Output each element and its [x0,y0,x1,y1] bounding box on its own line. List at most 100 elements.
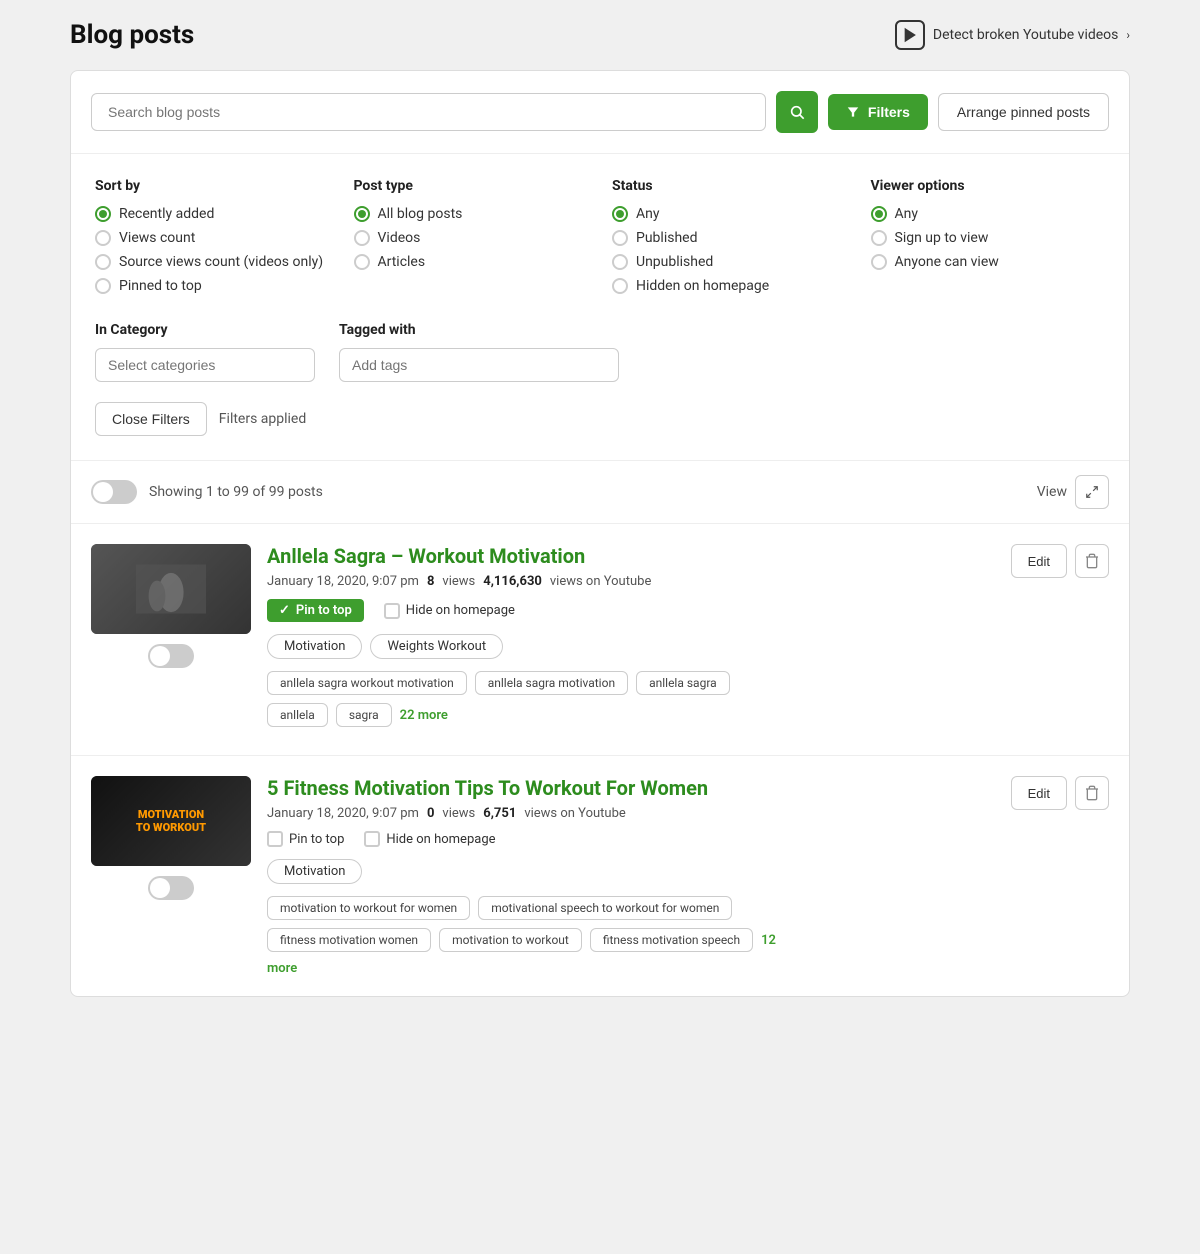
results-toggle[interactable] [91,480,137,504]
more-tags-link[interactable]: more [267,961,297,976]
post-type-group: Post type All blog posts Videos Articles [354,178,589,302]
page-title: Blog posts [70,20,194,50]
pin-to-top-checkbox[interactable]: Pin to top [267,831,344,847]
category-input[interactable] [95,348,315,382]
type-articles[interactable]: Articles [354,254,589,270]
filter-actions: Close Filters Filters applied [95,402,1105,436]
toggle-knob [93,482,113,502]
post-categories: Motivation [267,859,1109,884]
post-content: Edit 5 Fitness Motivation Tips To Workou… [267,776,1109,976]
post-seo-tags: anllela sagra workout motivation anllela… [267,671,1109,695]
type-all[interactable]: All blog posts [354,206,589,222]
post-thumb-wrapper: MOTIVATIONTO WORKOUT [91,776,251,976]
edit-button[interactable]: Edit [1011,544,1067,578]
detect-broken-link[interactable]: Detect broken Youtube videos › [895,20,1130,50]
post-title[interactable]: Anllela Sagra – Workout Motivation [267,544,1109,568]
tags-input[interactable] [339,348,619,382]
viewer-any[interactable]: Any [871,206,1106,222]
in-category-label: In Category [95,322,315,338]
toggle-knob [150,878,170,898]
edit-button[interactable]: Edit [1011,776,1067,810]
category-tag[interactable]: Motivation [267,634,362,659]
search-bar: Filters Arrange pinned posts [71,71,1129,154]
radio-pinned [95,278,111,294]
radio-unpublished [612,254,628,270]
seo-tag[interactable]: motivation to workout for women [267,896,470,920]
radio-hidden [612,278,628,294]
viewer-options-group: Viewer options Any Sign up to view Anyon… [871,178,1106,302]
post-toggle [91,644,251,668]
in-category-group: In Category [95,322,315,382]
seo-tag[interactable]: anllela sagra [636,671,730,695]
status-unpublished[interactable]: Unpublished [612,254,847,270]
delete-button[interactable] [1075,544,1109,578]
post-content: Edit Anllela Sagra – Workout Motivation … [267,544,1109,735]
radio-viewer-any [871,206,887,222]
viewer-options-label: Viewer options [871,178,1106,194]
seo-tag[interactable]: anllela sagra motivation [475,671,628,695]
status-hidden[interactable]: Hidden on homepage [612,278,847,294]
radio-status-any [612,206,628,222]
seo-tag[interactable]: fitness motivation women [267,928,431,952]
sort-recently-added[interactable]: Recently added [95,206,330,222]
sort-by-label: Sort by [95,178,330,194]
seo-tag[interactable]: anllela sagra workout motivation [267,671,467,695]
seo-tag[interactable]: anllela [267,703,328,727]
more-tags-link[interactable]: 22 more [400,708,448,723]
post-checkboxes: ✓ Pin to top Hide on homepage [267,599,1109,622]
post-type-label: Post type [354,178,589,194]
viewer-signup[interactable]: Sign up to view [871,230,1106,246]
hide-on-homepage-checkbox[interactable]: Hide on homepage [364,831,495,847]
posts-section: Edit Anllela Sagra – Workout Motivation … [71,524,1129,996]
filters-button[interactable]: Filters [828,94,928,130]
search-button[interactable] [776,91,818,133]
category-tag[interactable]: Motivation [267,859,362,884]
sort-pinned[interactable]: Pinned to top [95,278,330,294]
radio-published [612,230,628,246]
youtube-icon [895,20,925,50]
page-header: Blog posts Detect broken Youtube videos … [70,20,1130,50]
pin-to-top-checked[interactable]: ✓ Pin to top [267,599,364,622]
view-label: View [1037,484,1067,500]
post-actions: Edit [1011,776,1109,810]
viewer-anyone[interactable]: Anyone can view [871,254,1106,270]
post-toggle [91,876,251,900]
search-input[interactable] [91,93,766,131]
post-card: Edit Anllela Sagra – Workout Motivation … [71,524,1129,756]
sort-source-views[interactable]: Source views count (videos only) [95,254,330,270]
filters-grid: Sort by Recently added Views count Sourc… [95,178,1105,302]
seo-tag[interactable]: motivation to workout [439,928,582,952]
seo-tag[interactable]: fitness motivation speech [590,928,753,952]
toggle-knob [150,646,170,666]
post-meta: January 18, 2020, 9:07 pm 0 views 6,751 … [267,806,1109,821]
sort-views-count[interactable]: Views count [95,230,330,246]
post-thumbnail [91,544,251,634]
radio-all-posts [354,206,370,222]
chevron-right-icon: › [1126,28,1130,42]
seo-tag[interactable]: sagra [336,703,392,727]
filters-label: Filters [868,104,910,120]
post-visibility-toggle[interactable] [148,644,194,668]
results-bar: Showing 1 to 99 of 99 posts View [71,461,1129,524]
seo-tag[interactable]: motivational speech to workout for women [478,896,732,920]
post-thumb-wrapper [91,544,251,735]
close-filters-button[interactable]: Close Filters [95,402,207,436]
status-group: Status Any Published Unpublished [612,178,847,302]
category-tag[interactable]: Weights Workout [370,634,503,659]
hide-checkbox-box [384,603,400,619]
status-any[interactable]: Any [612,206,847,222]
delete-button[interactable] [1075,776,1109,810]
expand-button[interactable] [1075,475,1109,509]
type-videos[interactable]: Videos [354,230,589,246]
hide-on-homepage-checkbox[interactable]: Hide on homepage [384,603,515,619]
arrange-pinned-button[interactable]: Arrange pinned posts [938,93,1109,131]
post-meta: January 18, 2020, 9:07 pm 8 views 4,116,… [267,574,1109,589]
post-thumbnail: MOTIVATIONTO WORKOUT [91,776,251,866]
post-card: MOTIVATIONTO WORKOUT Edit [71,756,1129,996]
tagged-with-label: Tagged with [339,322,1105,338]
status-published[interactable]: Published [612,230,847,246]
view-controls: View [1037,475,1109,509]
post-title[interactable]: 5 Fitness Motivation Tips To Workout For… [267,776,1109,800]
post-visibility-toggle[interactable] [148,876,194,900]
filters-applied-text: Filters applied [219,411,306,427]
